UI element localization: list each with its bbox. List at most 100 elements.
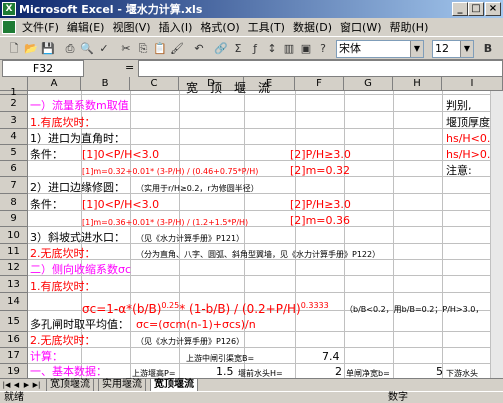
cell-r20-e[interactable]: 堰前水头H= — [238, 367, 283, 378]
print-icon[interactable]: ⎙ — [62, 41, 78, 57]
cell-r20-c[interactable]: 上游堰高P= — [132, 367, 176, 378]
cell-r13-a[interactable]: 二）侧向收缩系数σc — [30, 263, 131, 277]
cell-r4-a[interactable]: 1.有底坎时： — [30, 116, 96, 130]
row-header-5[interactable]: 5 — [0, 145, 28, 161]
formula-input[interactable] — [138, 60, 503, 77]
cell-r20-g[interactable]: 单闸净宽b= — [346, 367, 390, 378]
row-header-2[interactable]: 2 — [0, 95, 28, 112]
cell-r20-d[interactable]: 1.5 — [216, 365, 234, 378]
cell-r19-a[interactable]: 计算： — [30, 350, 63, 364]
hyperlink-icon[interactable]: 🔗 — [213, 41, 229, 57]
menu-edit[interactable]: 编辑(E) — [63, 19, 109, 35]
cell-r5-a[interactable]: 1）进口为直角时： — [30, 132, 125, 146]
cell-r11-c[interactable]: （见《水力计算手册》P121） — [136, 232, 244, 246]
cell-r4-i[interactable]: 堰顶厚度 — [446, 116, 490, 130]
cell-r17-c[interactable]: （见《水力计算手册》P126） — [136, 335, 244, 349]
preview-icon[interactable]: 🔍 — [79, 41, 95, 57]
row-header-10[interactable]: 10 — [0, 227, 28, 244]
close-button[interactable]: × — [485, 2, 501, 16]
col-header-b[interactable]: B — [81, 77, 130, 91]
cell-r19-d[interactable]: 上游中闸引渠宽B= — [186, 352, 254, 366]
paste-icon[interactable]: 📋 — [152, 41, 168, 57]
cell-r5-i[interactable]: hs/H<0. — [446, 132, 490, 146]
cell-title[interactable]: 宽 顶 堰 流 — [186, 81, 270, 95]
format-painter-icon[interactable]: 🖌 — [169, 41, 185, 57]
maximize-button[interactable]: □ — [468, 2, 484, 16]
help-icon[interactable]: ? — [315, 41, 331, 57]
worksheet-grid[interactable]: ABCDEFGHI 12345678910111213141516171920 … — [0, 77, 503, 378]
cell-r16-a[interactable]: 多孔闸时取平均值： — [30, 318, 129, 332]
save-icon[interactable]: 💾 — [40, 41, 56, 57]
menu-window[interactable]: 窗口(W) — [336, 19, 385, 35]
cell-r3-a[interactable]: 一）流量系数m取值 — [30, 99, 129, 113]
col-header-g[interactable]: G — [344, 77, 393, 91]
vertical-scrollbar[interactable] — [490, 91, 503, 378]
menu-view[interactable]: 视图(V) — [108, 19, 154, 35]
col-header-f[interactable]: F — [295, 77, 344, 91]
cell-r9-a[interactable]: 条件： — [30, 198, 63, 212]
cell-r6-b[interactable]: [1]0<P/H<3.0 — [82, 148, 159, 162]
last-sheet-icon[interactable]: ▶| — [32, 380, 41, 390]
row-header-7[interactable]: 7 — [0, 177, 28, 194]
zoom-icon[interactable]: ▣ — [298, 41, 314, 57]
row-header-14[interactable]: 14 — [0, 293, 28, 311]
col-header-h[interactable]: H — [393, 77, 442, 91]
cell-r12-a[interactable]: 2.无底坎时： — [30, 247, 96, 261]
row-header-15[interactable]: 15 — [0, 311, 28, 332]
row-header-12[interactable]: 12 — [0, 260, 28, 276]
new-icon[interactable]: 🗋 — [6, 41, 22, 57]
menu-help[interactable]: 帮助(H) — [386, 19, 433, 35]
cell-r6-i[interactable]: hs/H>0. — [446, 148, 490, 162]
cell-r10-b[interactable]: [1]m=0.36+0.01* (3-P/H) / (1.2+1.5*P/H) — [82, 216, 248, 230]
menu-format[interactable]: 格式(O) — [196, 19, 243, 35]
sort-asc-icon[interactable]: ↕ — [264, 41, 280, 57]
cell-r7-b[interactable]: [1]m=0.32+0.01* (3-P/H) / (0.46+0.75*P/H… — [82, 165, 258, 179]
cell-r3-i[interactable]: 判别, — [446, 99, 472, 113]
name-box[interactable]: F32 — [2, 60, 84, 77]
chevron-down-icon[interactable]: ▼ — [410, 41, 423, 57]
fx-icon[interactable]: ƒ — [247, 41, 263, 57]
font-name-select[interactable]: 宋体 ▼ — [336, 40, 424, 58]
row-header-4[interactable]: 4 — [0, 129, 28, 145]
copy-icon[interactable]: ⎘ — [135, 41, 151, 57]
cell-r20-h[interactable]: 5 — [436, 365, 443, 378]
col-header-c[interactable]: C — [130, 77, 179, 91]
font-size-select[interactable]: 12 ▼ — [432, 40, 474, 58]
menu-insert[interactable]: 插入(I) — [155, 19, 197, 35]
sum-icon[interactable]: Σ — [230, 41, 246, 57]
prev-sheet-icon[interactable]: ◀ — [12, 380, 21, 390]
row-header-9[interactable]: 9 — [0, 211, 28, 227]
bold-icon[interactable]: B — [480, 41, 496, 57]
cell-r16-c[interactable]: σc=(σcm(n-1)+σcs)/n — [136, 318, 256, 332]
col-header-a[interactable]: A — [28, 77, 81, 91]
row-header-19[interactable]: 19 — [0, 364, 28, 378]
first-sheet-icon[interactable]: |◀ — [2, 380, 11, 390]
row-header-17[interactable]: 17 — [0, 348, 28, 364]
row-header-6[interactable]: 6 — [0, 161, 28, 177]
row-header-16[interactable]: 16 — [0, 332, 28, 348]
cell-r7-f[interactable]: [2]m=0.32 — [290, 164, 350, 178]
spell-icon[interactable]: ✓ — [96, 41, 112, 57]
cell-r20-f[interactable]: 2 — [335, 365, 342, 378]
cell-r6-a[interactable]: 条件： — [30, 148, 63, 162]
cell-r9-b[interactable]: [1]0<P/H<3.0 — [82, 198, 159, 212]
menu-tools[interactable]: 工具(T) — [244, 19, 289, 35]
row-header-3[interactable]: 3 — [0, 112, 28, 129]
cell-r20-a[interactable]: 一、基本数据： — [30, 365, 107, 378]
undo-icon[interactable]: ↶ — [191, 41, 207, 57]
menu-file[interactable]: 文件(F) — [18, 19, 63, 35]
open-icon[interactable]: 📂 — [23, 41, 39, 57]
chevron-down-icon[interactable]: ▼ — [460, 41, 473, 57]
cell-r15-formula[interactable]: σc=1-α*(b/B)0.25* (1-b/B) / (0.2+P/H)0.3… — [82, 299, 329, 316]
cell-r9-f[interactable]: [2]P/H≥3.0 — [290, 198, 351, 212]
cell-r12-c[interactable]: （分为直角、八字、圆弧、斜角型翼墙，见《水力计算手册》P122） — [136, 248, 380, 262]
cell-r20-i[interactable]: 下游水头 — [446, 367, 478, 378]
cell-r7-i[interactable]: 注意: — [446, 164, 472, 178]
chart-icon[interactable]: ▥ — [281, 41, 297, 57]
cell-r15-h[interactable]: （b/B<0.2，用b/B=0.2；P/H>3.0， — [345, 303, 483, 317]
cell-r14-a[interactable]: 1.有底坎时： — [30, 280, 96, 294]
cell-r8-c[interactable]: （实用于r/H≥0.2，r为修圆半径） — [136, 182, 259, 196]
cell-r17-a[interactable]: 2.无底坎时： — [30, 334, 96, 348]
cell-r6-f[interactable]: [2]P/H≥3.0 — [290, 148, 351, 162]
cell-r11-a[interactable]: 3）斜坡式进水口： — [30, 231, 125, 245]
